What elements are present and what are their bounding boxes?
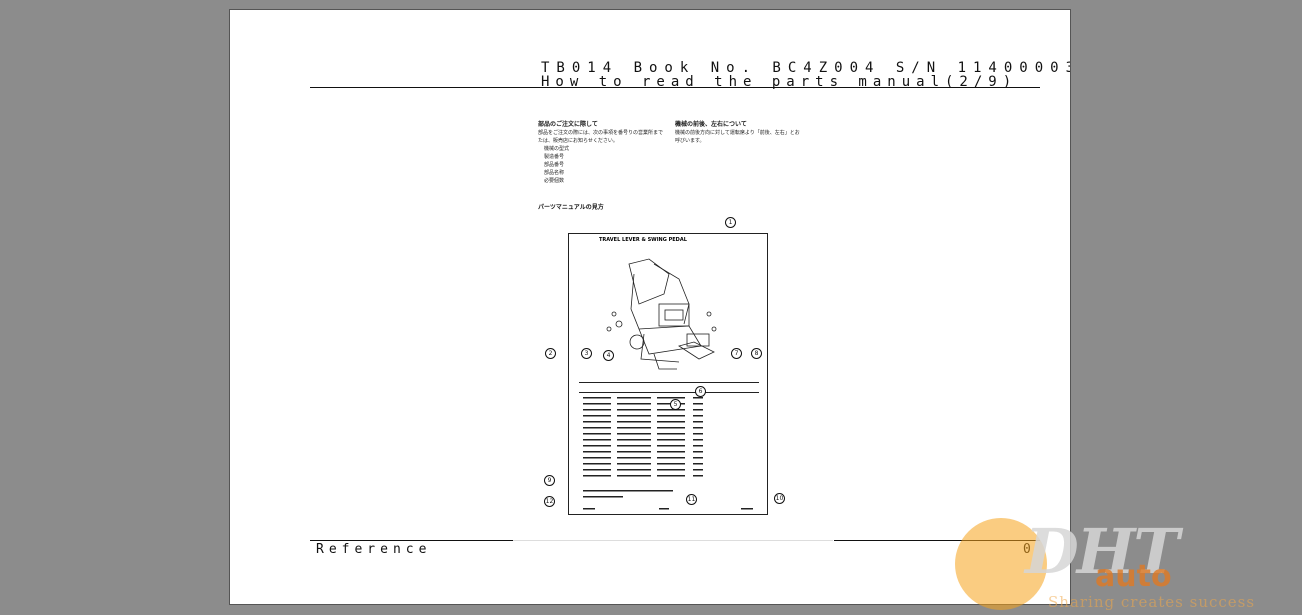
jp-left-item: 部品名称 bbox=[544, 170, 565, 176]
jp-right-body: 機械の前後方向に対して運転席より「前後、左右」とお呼びいます。 bbox=[675, 130, 800, 144]
jp-right-title: 機械の前後、左右について bbox=[675, 121, 747, 128]
jp-left-body: 部品をご注文の際には、次の事項を番号りの営業所までたは、販売店にお知らせください… bbox=[538, 130, 664, 144]
callout-marker: 4 bbox=[603, 350, 614, 361]
callout-marker: 6 bbox=[695, 386, 706, 397]
callout-marker: 2 bbox=[545, 348, 556, 359]
callout-marker: 11 bbox=[686, 494, 697, 505]
callout-marker: 10 bbox=[774, 493, 785, 504]
parts-figure: TRAVEL LEVER & SWING PEDAL bbox=[568, 233, 768, 515]
callout-marker: 5 bbox=[670, 399, 681, 410]
callout-marker: 3 bbox=[581, 348, 592, 359]
jp-left-item: 部品番号 bbox=[544, 162, 565, 168]
callout-marker: 1 bbox=[725, 217, 736, 228]
section-title: パーツマニュアルの見方 bbox=[538, 204, 604, 211]
header-rule bbox=[310, 87, 1040, 88]
footer-rule bbox=[310, 540, 513, 541]
footer-reference: Reference bbox=[316, 542, 432, 557]
jp-left-title: 部品のご注文に際して bbox=[538, 121, 598, 128]
watermark-logo: DHT auto Sharing creates success bbox=[951, 515, 1302, 615]
watermark-auto: auto bbox=[1095, 559, 1172, 594]
jp-right-block: 機械の前後、左右について 機械の前後方向に対して運転席より「前後、左右」とお呼び… bbox=[675, 121, 800, 145]
document-page: TB014 Book No. BC4Z004 S/N 11400003- How… bbox=[229, 9, 1071, 605]
jp-left-block: 部品のご注文に際して 部品をご注文の際には、次の事項を番号りの営業所までたは、販… bbox=[538, 121, 663, 185]
jp-left-item: 必要個数 bbox=[544, 178, 565, 184]
callout-marker: 12 bbox=[544, 496, 555, 507]
jp-left-item: 製造番号 bbox=[544, 154, 565, 160]
footer-rule bbox=[513, 540, 833, 541]
jp-left-item: 機械の型式 bbox=[544, 146, 570, 152]
callout-marker: 9 bbox=[544, 475, 555, 486]
exploded-view-drawing bbox=[579, 258, 759, 510]
callout-marker: 8 bbox=[751, 348, 762, 359]
watermark-tagline: Sharing creates success bbox=[1048, 593, 1256, 611]
callout-marker: 7 bbox=[731, 348, 742, 359]
